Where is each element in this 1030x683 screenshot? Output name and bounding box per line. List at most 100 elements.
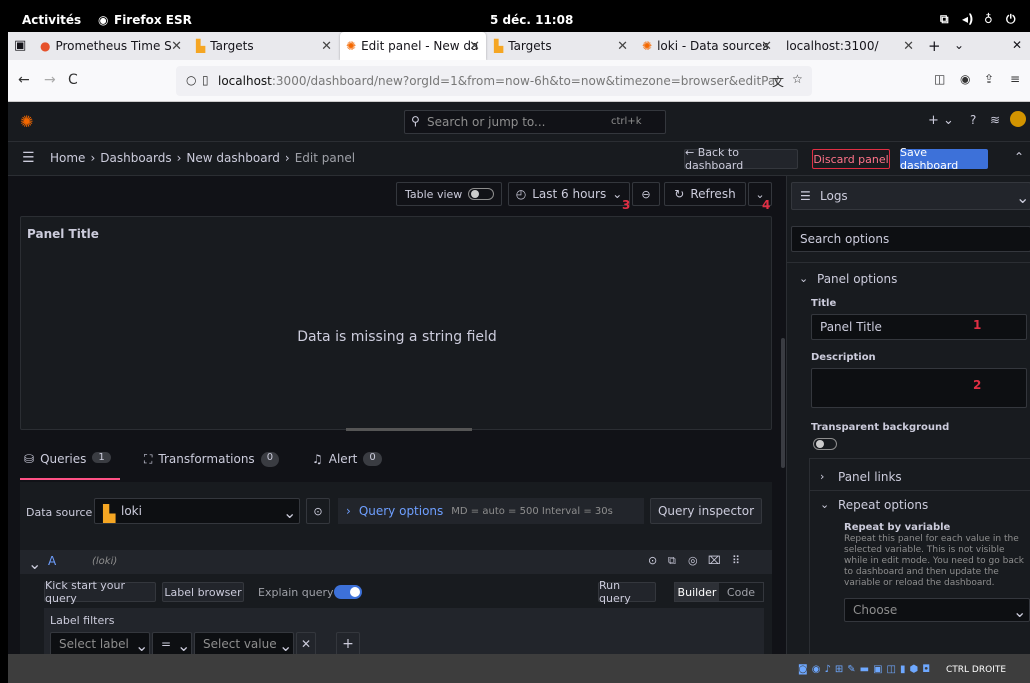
- panel-links-header[interactable]: Panel links: [838, 470, 902, 484]
- splitter-handle[interactable]: [346, 428, 472, 431]
- news-icon[interactable]: ≋: [990, 113, 1000, 127]
- back-icon[interactable]: ←: [18, 72, 30, 88]
- tab-queries[interactable]: ⛁ Queries 1: [20, 452, 120, 480]
- remove-filter-button[interactable]: ✕: [296, 632, 316, 656]
- reload-icon[interactable]: C: [68, 72, 78, 88]
- tab-alert[interactable]: ♫ Alert 0: [312, 452, 382, 466]
- close-tab-icon[interactable]: ✕: [469, 39, 480, 54]
- close-tab-icon[interactable]: ✕: [617, 39, 628, 54]
- volume-icon[interactable]: ◂): [962, 12, 974, 26]
- close-tab-icon[interactable]: ✕: [903, 39, 914, 54]
- account-icon[interactable]: ◉: [960, 72, 970, 86]
- mouse-icon[interactable]: ◘: [922, 664, 930, 675]
- select-label-dropdown[interactable]: Select label ⌄: [50, 632, 150, 656]
- new-tab-icon[interactable]: +: [928, 37, 941, 55]
- menu-icon[interactable]: ≡: [1010, 72, 1020, 86]
- breadcrumb-dashboards[interactable]: Dashboards: [100, 151, 171, 165]
- datasource-picker[interactable]: ▙ loki ⌄: [94, 498, 300, 524]
- datasource-help-button[interactable]: ⊙: [306, 498, 330, 524]
- query-inspector-button[interactable]: Query inspector: [650, 498, 762, 524]
- microphone-icon[interactable]: ♁: [984, 12, 993, 26]
- close-tab-icon[interactable]: ✕: [761, 39, 772, 54]
- operator-dropdown[interactable]: = ⌄: [152, 632, 192, 656]
- description-input[interactable]: [811, 368, 1027, 408]
- visualization-picker[interactable]: ☰ Logs ⌄: [791, 182, 1030, 210]
- search-options-input[interactable]: Search options: [791, 226, 1030, 252]
- bookmark-star-icon[interactable]: ☆: [792, 72, 803, 86]
- chevron-up-icon[interactable]: ⌃: [1014, 150, 1024, 164]
- shared-folder-icon[interactable]: ▬: [860, 664, 869, 675]
- chevron-down-icon[interactable]: ⌄: [799, 272, 808, 285]
- tab-prometheus[interactable]: ● Prometheus Time S ✕: [34, 32, 188, 60]
- network-icon[interactable]: ⊞: [835, 664, 843, 675]
- add-new-icon[interactable]: + ⌄: [928, 113, 954, 128]
- add-filter-button[interactable]: +: [336, 632, 360, 656]
- transparent-background-toggle[interactable]: [813, 438, 837, 450]
- toggle-switch[interactable]: [468, 188, 495, 200]
- time-range-picker[interactable]: ◴ Last 6 hours ⌄: [508, 182, 630, 206]
- help-icon[interactable]: ?: [970, 113, 976, 127]
- run-query-button[interactable]: Run query: [598, 579, 656, 605]
- discard-panel-button[interactable]: Discard panel: [812, 149, 890, 169]
- tab-loki-datasources[interactable]: ✺ loki - Data sources ✕: [636, 32, 778, 60]
- label-browser-button[interactable]: Label browser: [162, 582, 244, 602]
- back-to-dashboard-button[interactable]: ← Back to dashboard: [684, 146, 798, 172]
- usb-icon[interactable]: ✎: [847, 664, 855, 675]
- eye-icon[interactable]: ◎: [688, 554, 698, 567]
- menu-toggle-icon[interactable]: ☰: [22, 150, 35, 166]
- avatar[interactable]: [1010, 111, 1026, 127]
- repeat-options-header[interactable]: Repeat options: [838, 498, 928, 512]
- refresh-button[interactable]: ↻ Refresh: [664, 182, 746, 206]
- close-tab-icon[interactable]: ✕: [321, 39, 332, 54]
- close-window-icon[interactable]: ✕: [1012, 38, 1022, 52]
- panel-options-header[interactable]: Panel options: [817, 272, 897, 286]
- explain-query-toggle[interactable]: [334, 585, 362, 599]
- tab-transformations[interactable]: ⛶ Transformations 0: [144, 452, 280, 467]
- title-input[interactable]: Panel Title: [811, 314, 1027, 340]
- share-icon[interactable]: ⇪: [984, 72, 994, 86]
- optical-icon[interactable]: ◉: [812, 664, 821, 675]
- repeat-variable-select[interactable]: Choose ⌄: [844, 598, 1030, 622]
- trash-icon[interactable]: ⌧: [708, 554, 721, 567]
- collapse-icon[interactable]: ⌄: [28, 554, 41, 573]
- recording-icon[interactable]: ◫: [887, 664, 896, 675]
- chevron-down-icon[interactable]: ⌄: [820, 498, 829, 511]
- display-icon[interactable]: ▣: [873, 664, 882, 675]
- grafana-logo-icon[interactable]: ✺: [20, 112, 33, 131]
- tab-localhost-3100[interactable]: localhost:3100/ ✕: [780, 32, 920, 60]
- tab-overflow-icon[interactable]: ⌄: [954, 38, 964, 52]
- query-row-header[interactable]: ⌄ A (loki) ⊙ ⧉ ◎ ⌧ ⠿: [20, 550, 772, 574]
- panel-title[interactable]: Panel Title: [27, 227, 99, 241]
- cpu-icon[interactable]: ▮: [900, 664, 906, 675]
- audio-icon[interactable]: ♪: [824, 664, 830, 675]
- power-icon[interactable]: ⏻: [1006, 12, 1016, 27]
- pocket-icon[interactable]: ◫: [934, 72, 945, 86]
- shield-icon[interactable]: ○: [186, 73, 196, 87]
- arrow-icon[interactable]: ⬢: [909, 664, 918, 675]
- activities-button[interactable]: Activités: [22, 13, 81, 27]
- query-letter[interactable]: A: [48, 554, 56, 568]
- translate-icon[interactable]: 文: [772, 73, 784, 90]
- chevron-right-icon[interactable]: ›: [820, 470, 824, 483]
- tab-edit-panel[interactable]: ✺ Edit panel - New da ✕: [340, 32, 486, 60]
- drag-handle-icon[interactable]: ⠿: [732, 554, 740, 567]
- disk-icon[interactable]: ◙: [798, 664, 808, 675]
- breadcrumb-home[interactable]: Home: [50, 151, 85, 165]
- vertical-splitter[interactable]: [781, 338, 785, 468]
- forward-icon[interactable]: →: [44, 72, 56, 88]
- tab-list-icon[interactable]: ▣: [14, 38, 26, 53]
- tab-targets-1[interactable]: ▙ Targets ✕: [190, 32, 338, 60]
- query-help-icon[interactable]: ⊙: [648, 554, 657, 567]
- save-dashboard-button[interactable]: Save dashboard: [900, 146, 988, 172]
- query-options-bar[interactable]: › Query options MD = auto = 500 Interval…: [338, 498, 644, 524]
- clock[interactable]: 5 déc. 11:08: [490, 13, 573, 27]
- app-menu[interactable]: Firefox ESR: [114, 13, 192, 27]
- kick-start-button[interactable]: Kick start your query: [44, 579, 156, 605]
- table-view-toggle[interactable]: Table view: [396, 182, 502, 206]
- search-bar[interactable]: ⚲ Search or jump to... ctrl+k: [404, 110, 666, 134]
- tab-targets-2[interactable]: ▙ Targets ✕: [488, 32, 634, 60]
- url-bar[interactable]: ○ ▯ localhost:3000/dashboard/new?orgId=1…: [176, 66, 812, 96]
- builder-mode-button[interactable]: Builder: [675, 583, 719, 601]
- close-tab-icon[interactable]: ✕: [171, 39, 182, 54]
- select-value-dropdown[interactable]: Select value ⌄: [194, 632, 294, 656]
